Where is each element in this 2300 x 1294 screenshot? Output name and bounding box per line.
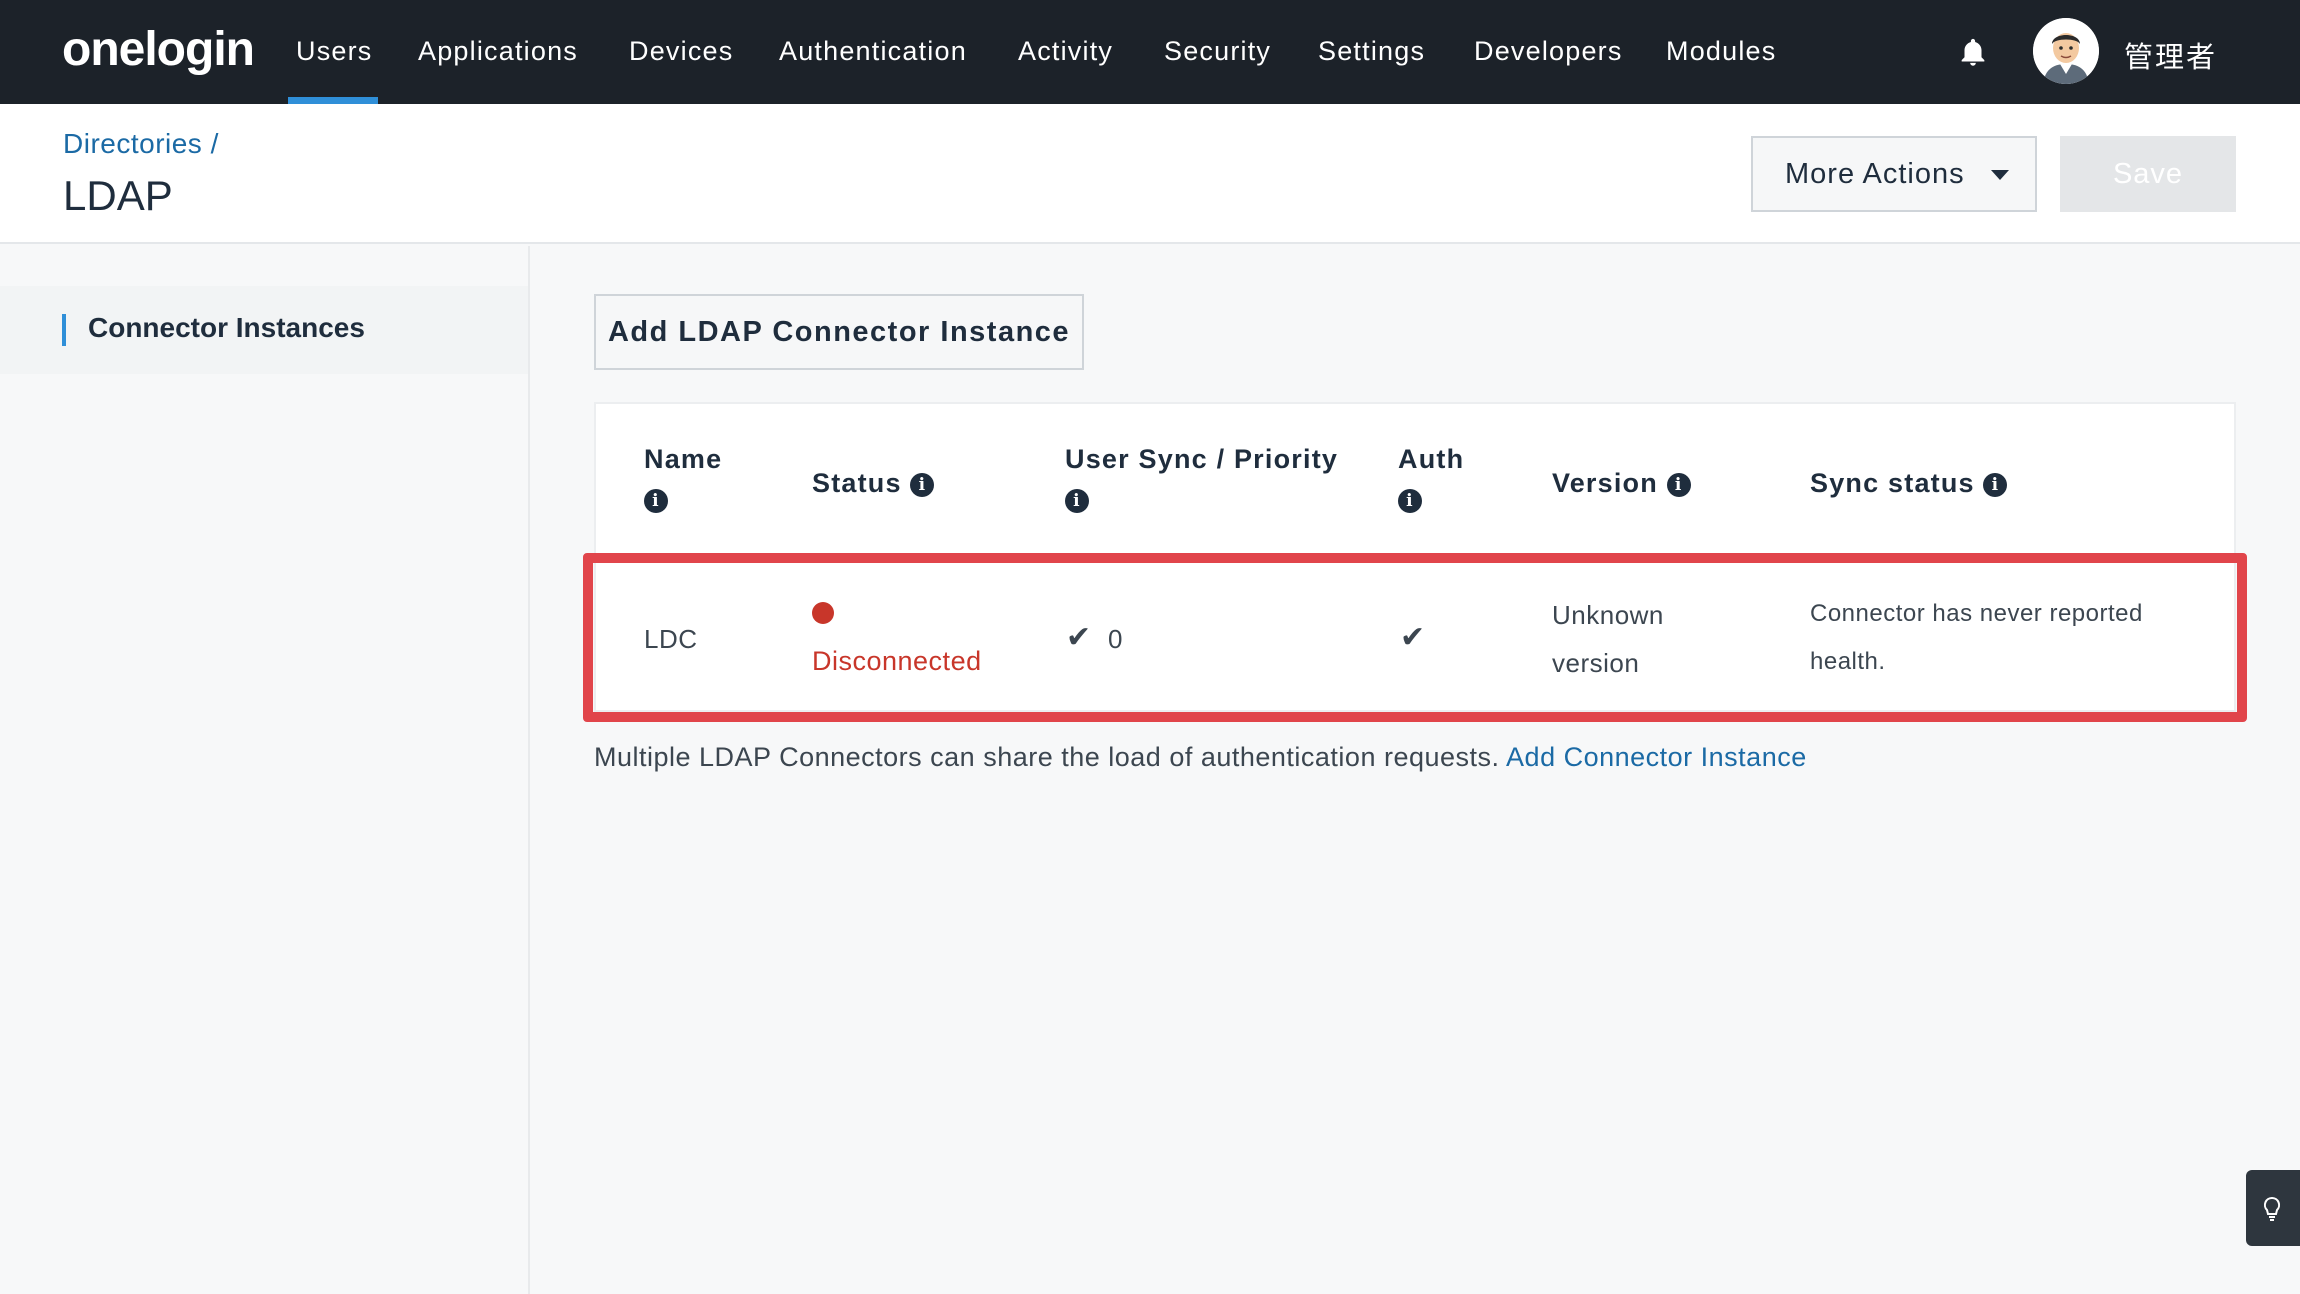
- footnote: Multiple LDAP Connectors can share the l…: [594, 742, 1807, 773]
- column-header-sync-status: Sync status i: [1810, 468, 2008, 499]
- column-header-status: Status i: [812, 468, 935, 499]
- breadcrumb[interactable]: Directories /: [63, 128, 219, 160]
- column-header-label: Status: [812, 468, 902, 498]
- page-title: LDAP: [63, 172, 173, 219]
- nav-item-devices[interactable]: Devices: [629, 36, 733, 67]
- nav-item-security[interactable]: Security: [1164, 36, 1271, 67]
- column-header-label: Sync status: [1810, 468, 1975, 498]
- save-button[interactable]: Save: [2060, 136, 2236, 212]
- active-nav-indicator: [288, 97, 378, 104]
- add-ldap-connector-button[interactable]: Add LDAP Connector Instance: [594, 294, 1084, 370]
- column-header-auth: Auth i: [1398, 444, 1464, 513]
- sidebar-active-indicator: [62, 314, 66, 346]
- sidebar: [0, 246, 530, 1294]
- lightbulb-icon: [2263, 1196, 2281, 1221]
- column-header-user-sync: User Sync / Priority i: [1065, 444, 1338, 513]
- nav-item-settings[interactable]: Settings: [1318, 36, 1425, 67]
- column-header-label: Name: [644, 444, 723, 474]
- onelogin-logo[interactable]: onelogin: [62, 22, 255, 77]
- column-header-label: Version: [1552, 468, 1658, 498]
- more-actions-label: More Actions: [1785, 158, 1965, 190]
- user-name[interactable]: 管理者: [2124, 34, 2217, 76]
- nav-item-users[interactable]: Users: [296, 36, 373, 67]
- info-icon[interactable]: i: [910, 472, 935, 497]
- info-icon[interactable]: i: [1983, 472, 2008, 497]
- row-highlight-box: [583, 553, 2247, 722]
- notification-bell-icon[interactable]: [1956, 36, 1990, 70]
- nav-item-applications[interactable]: Applications: [418, 36, 578, 67]
- nav-item-authentication[interactable]: Authentication: [779, 36, 967, 67]
- column-header-label: Auth: [1398, 444, 1465, 474]
- column-header-name: Name i: [644, 444, 722, 513]
- top-navigation: onelogin Users Applications Devices Auth…: [0, 0, 2300, 104]
- column-header-label: User Sync / Priority: [1065, 444, 1339, 474]
- column-header-version: Version i: [1552, 468, 1691, 499]
- info-icon[interactable]: i: [644, 489, 668, 513]
- nav-item-developers[interactable]: Developers: [1474, 36, 1623, 67]
- footnote-text: Multiple LDAP Connectors can share the l…: [594, 742, 1500, 772]
- nav-item-activity[interactable]: Activity: [1018, 36, 1113, 67]
- info-icon[interactable]: i: [1065, 489, 1089, 513]
- nav-item-modules[interactable]: Modules: [1666, 36, 1776, 67]
- more-actions-button[interactable]: More Actions: [1751, 136, 2037, 212]
- info-icon[interactable]: i: [1666, 472, 1691, 497]
- chevron-down-icon: [1991, 170, 2009, 180]
- info-icon[interactable]: i: [1398, 489, 1422, 513]
- tips-button[interactable]: [2246, 1170, 2300, 1246]
- add-connector-instance-link[interactable]: Add Connector Instance: [1506, 742, 1807, 772]
- page-header: Directories / LDAP More Actions Save: [0, 104, 2300, 244]
- sidebar-item-label: Connector Instances: [88, 312, 365, 343]
- user-avatar[interactable]: [2033, 18, 2099, 84]
